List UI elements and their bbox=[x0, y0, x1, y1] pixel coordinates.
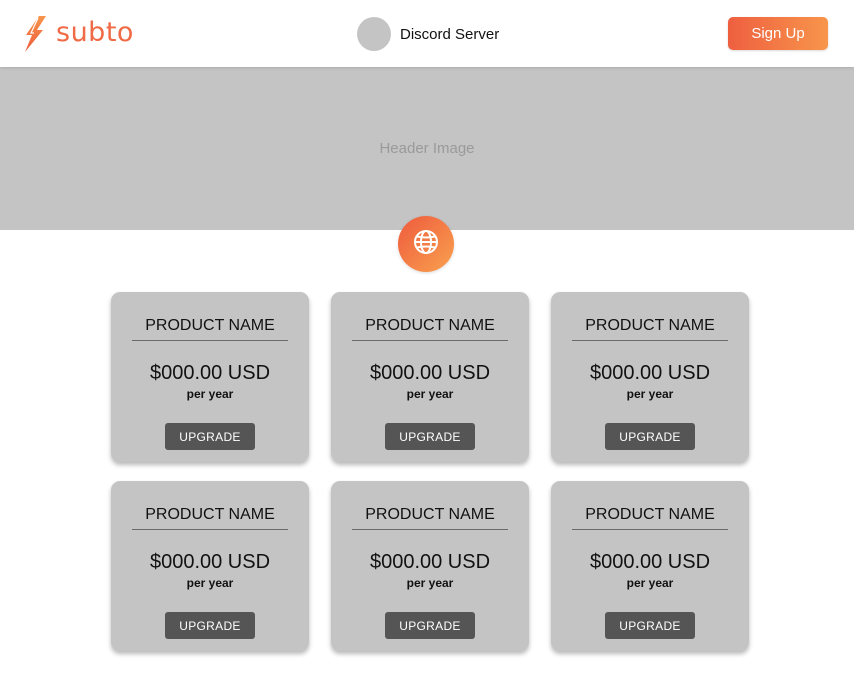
logo[interactable]: subto bbox=[22, 14, 134, 54]
billing-period: per year bbox=[406, 387, 454, 401]
discord-server-link[interactable]: Discord Server bbox=[357, 17, 499, 51]
product-card: PRODUCT NAME $000.00 USD per year UPGRAD… bbox=[331, 481, 529, 651]
logo-text: subto bbox=[56, 17, 134, 48]
top-nav: subto Discord Server Sign Up bbox=[0, 0, 854, 67]
globe-badge[interactable] bbox=[398, 216, 454, 272]
upgrade-button[interactable]: UPGRADE bbox=[385, 612, 475, 639]
upgrade-button[interactable]: UPGRADE bbox=[165, 423, 255, 450]
page: subto Discord Server Sign Up Header Imag… bbox=[0, 0, 854, 676]
product-price: $000.00 USD bbox=[369, 362, 491, 384]
card-divider bbox=[352, 529, 508, 530]
lightning-bolt-icon bbox=[22, 15, 48, 53]
sign-up-button[interactable]: Sign Up bbox=[728, 17, 828, 50]
product-name: PRODUCT NAME bbox=[145, 506, 275, 523]
billing-period: per year bbox=[186, 387, 234, 401]
billing-period: per year bbox=[406, 576, 454, 590]
upgrade-button[interactable]: UPGRADE bbox=[605, 423, 695, 450]
globe-icon bbox=[412, 228, 440, 261]
product-name: PRODUCT NAME bbox=[365, 506, 495, 523]
product-card: PRODUCT NAME $000.00 USD per year UPGRAD… bbox=[331, 292, 529, 462]
product-name: PRODUCT NAME bbox=[585, 506, 715, 523]
product-price: $000.00 USD bbox=[149, 551, 271, 573]
product-price: $000.00 USD bbox=[589, 362, 711, 384]
header-image-placeholder: Header Image bbox=[379, 140, 475, 157]
product-card: PRODUCT NAME $000.00 USD per year UPGRAD… bbox=[111, 292, 309, 462]
card-divider bbox=[572, 340, 728, 341]
upgrade-button[interactable]: UPGRADE bbox=[165, 612, 255, 639]
product-name: PRODUCT NAME bbox=[585, 317, 715, 334]
card-divider bbox=[572, 529, 728, 530]
billing-period: per year bbox=[186, 576, 234, 590]
billing-period: per year bbox=[626, 387, 674, 401]
product-name: PRODUCT NAME bbox=[365, 317, 495, 334]
product-price: $000.00 USD bbox=[589, 551, 711, 573]
upgrade-button[interactable]: UPGRADE bbox=[385, 423, 475, 450]
product-name: PRODUCT NAME bbox=[145, 317, 275, 334]
server-name: Discord Server bbox=[400, 25, 500, 43]
product-card: PRODUCT NAME $000.00 USD per year UPGRAD… bbox=[551, 481, 749, 651]
product-card: PRODUCT NAME $000.00 USD per year UPGRAD… bbox=[111, 481, 309, 651]
product-price: $000.00 USD bbox=[149, 362, 271, 384]
product-price: $000.00 USD bbox=[369, 551, 491, 573]
upgrade-button[interactable]: UPGRADE bbox=[605, 612, 695, 639]
product-card: PRODUCT NAME $000.00 USD per year UPGRAD… bbox=[551, 292, 749, 462]
card-divider bbox=[132, 529, 288, 530]
server-avatar bbox=[357, 17, 391, 51]
billing-period: per year bbox=[626, 576, 674, 590]
card-divider bbox=[352, 340, 508, 341]
card-divider bbox=[132, 340, 288, 341]
header-image: Header Image bbox=[0, 67, 854, 230]
